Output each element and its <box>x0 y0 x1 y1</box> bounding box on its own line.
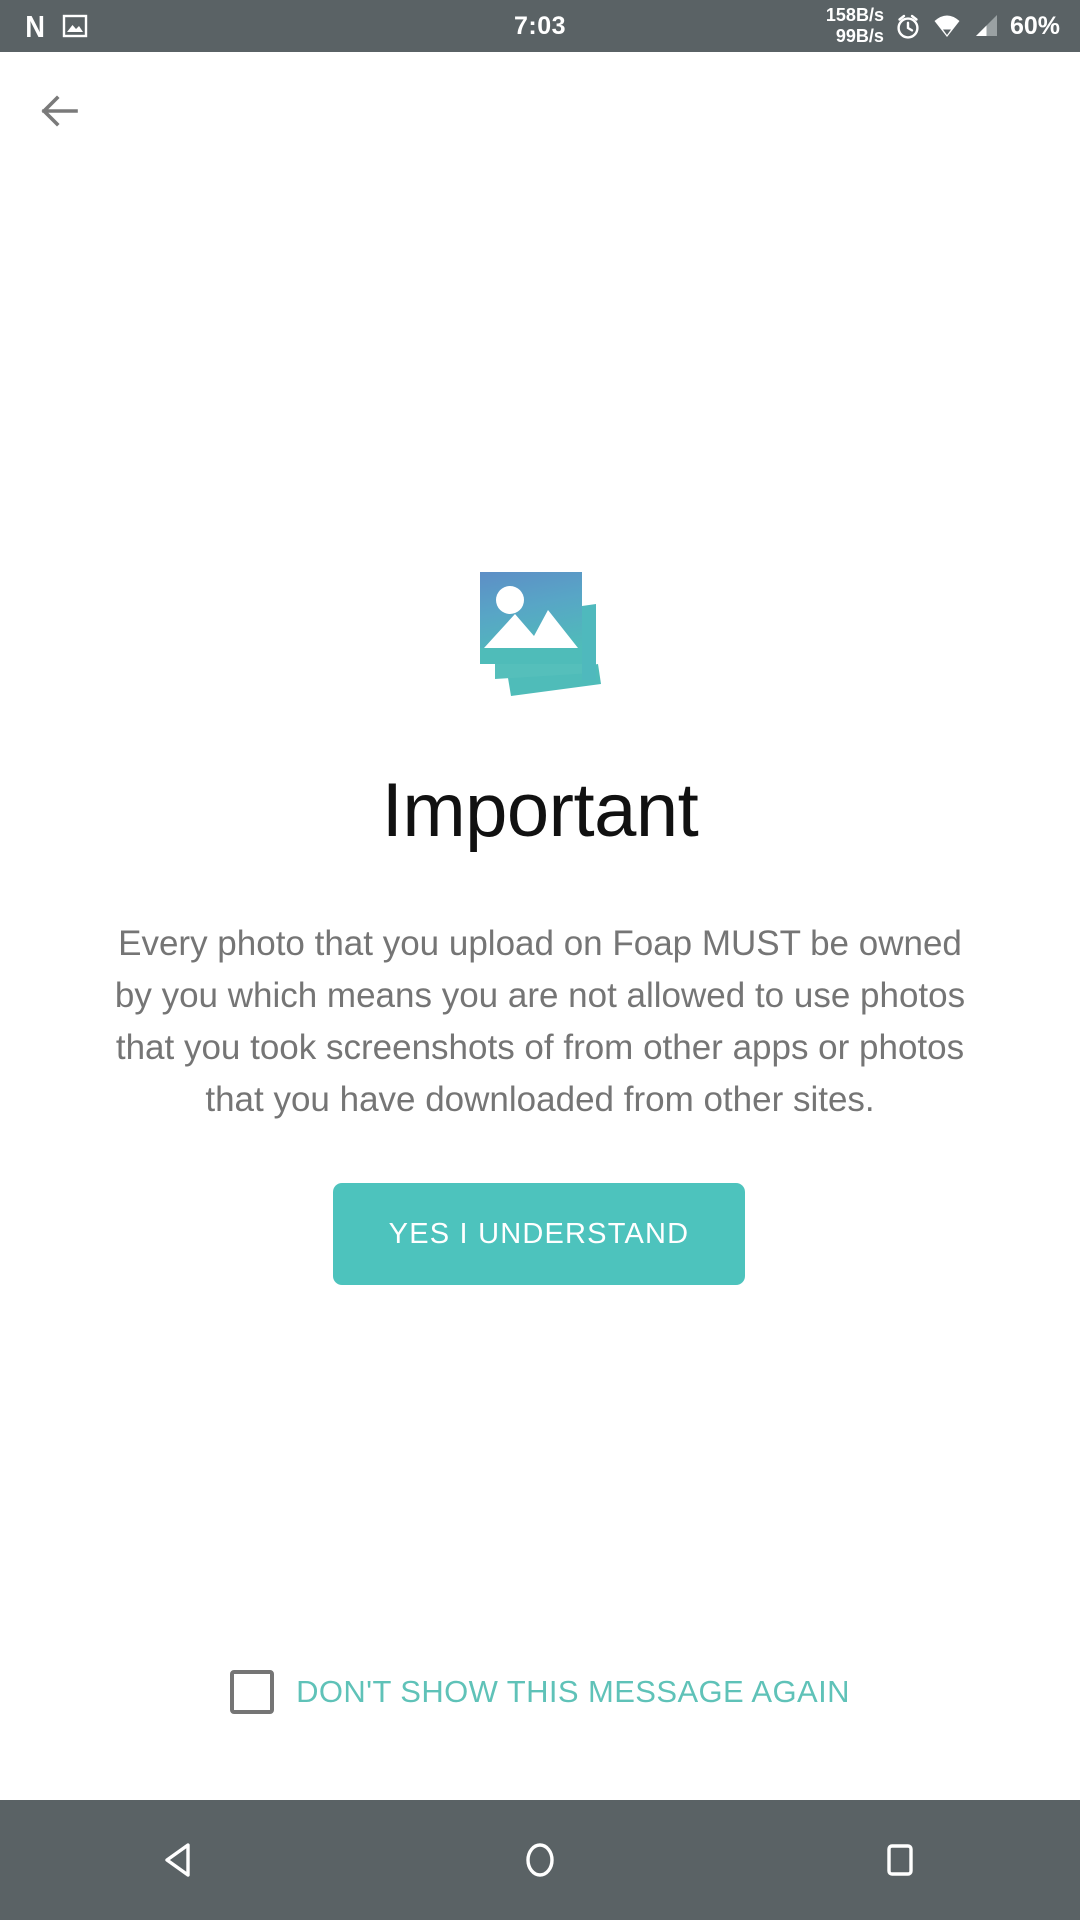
nav-home-circle-icon <box>526 1843 554 1877</box>
dont-show-again-checkbox[interactable] <box>230 1670 275 1714</box>
dont-show-again-label[interactable]: DON'T SHOW THIS MESSAGE AGAIN <box>296 1674 850 1710</box>
network-speed-indicator: 158B/s 99B/s <box>826 5 884 47</box>
battery-percentage: 60% <box>1009 11 1060 40</box>
wifi-icon <box>932 11 962 41</box>
yes-i-understand-button[interactable]: YES I UNDERSTAND <box>333 1183 745 1285</box>
nav-home-button[interactable] <box>465 1800 615 1920</box>
status-bar-right-icons: 158B/s 99B/s 60% <box>826 5 1080 47</box>
dialog-body-text: Every photo that you upload on Foap MUST… <box>114 924 966 1119</box>
android-navigation-bar <box>0 1800 1080 1920</box>
nav-back-button[interactable] <box>105 1800 255 1920</box>
photo-stack-icon <box>470 560 610 700</box>
nav-recents-button[interactable] <box>825 1800 975 1920</box>
app-screen: N 7:03 158B/s 99B/s 60% Important Every … <box>0 0 1080 1920</box>
status-bar: N 7:03 158B/s 99B/s 60% <box>0 0 1080 52</box>
nav-recents-square-icon <box>887 1844 913 1876</box>
network-speed-up: 99B/s <box>835 26 884 46</box>
clock-text: 7:03 <box>513 11 567 40</box>
cellular-signal-icon <box>971 11 1001 41</box>
dont-show-again-row[interactable]: DON'T SHOW THIS MESSAGE AGAIN <box>0 1670 1080 1714</box>
network-speed-down: 158B/s <box>825 5 884 25</box>
main-content: Important Every photo that you upload on… <box>0 52 1080 1800</box>
page-title: Important <box>381 768 699 853</box>
alarm-clock-icon <box>893 11 923 41</box>
nav-back-triangle-icon <box>165 1843 190 1877</box>
